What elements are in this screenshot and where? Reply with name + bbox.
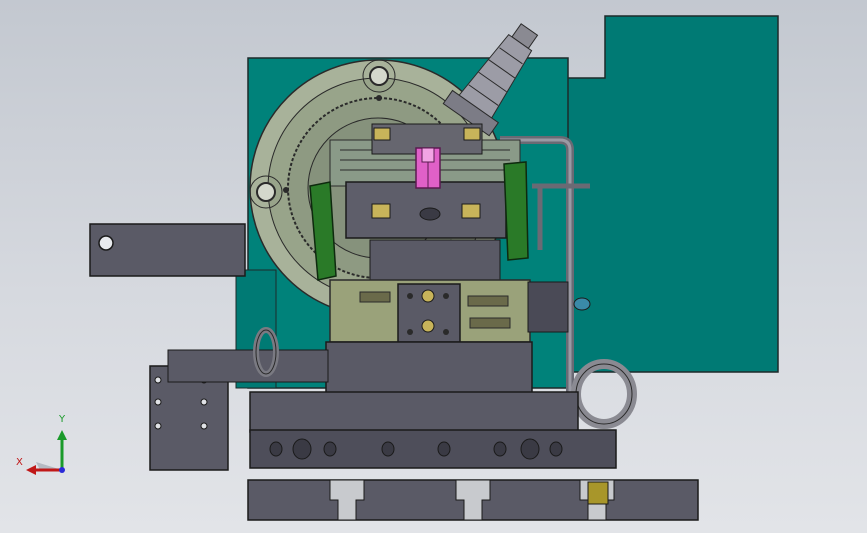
lower-body <box>325 341 533 395</box>
axis-x-label: X <box>16 457 23 468</box>
lifting-ring-right <box>571 359 637 429</box>
fitting-cyan <box>573 297 591 311</box>
green-clamp-right <box>503 161 529 261</box>
bolt-pad-left <box>371 203 391 219</box>
bolt-pad-right <box>461 203 481 219</box>
model-drawing[interactable] <box>0 0 867 533</box>
central-column <box>369 239 501 287</box>
base-plate <box>249 391 579 433</box>
brass-stud <box>587 481 609 505</box>
magenta-workpiece <box>415 147 441 189</box>
cad-viewport[interactable]: Y X <box>0 0 867 533</box>
axis-y-label: Y <box>59 414 66 425</box>
disk-hole-top <box>369 66 389 86</box>
clamp-mechanism <box>329 279 531 343</box>
disk-hole-left <box>256 182 276 202</box>
z-axis-dot <box>59 467 65 473</box>
left-arm-bracket <box>89 223 246 277</box>
side-block <box>527 281 569 333</box>
arm-hole <box>98 235 114 251</box>
axis-triad <box>26 430 67 475</box>
teal-back-panel <box>547 15 779 373</box>
